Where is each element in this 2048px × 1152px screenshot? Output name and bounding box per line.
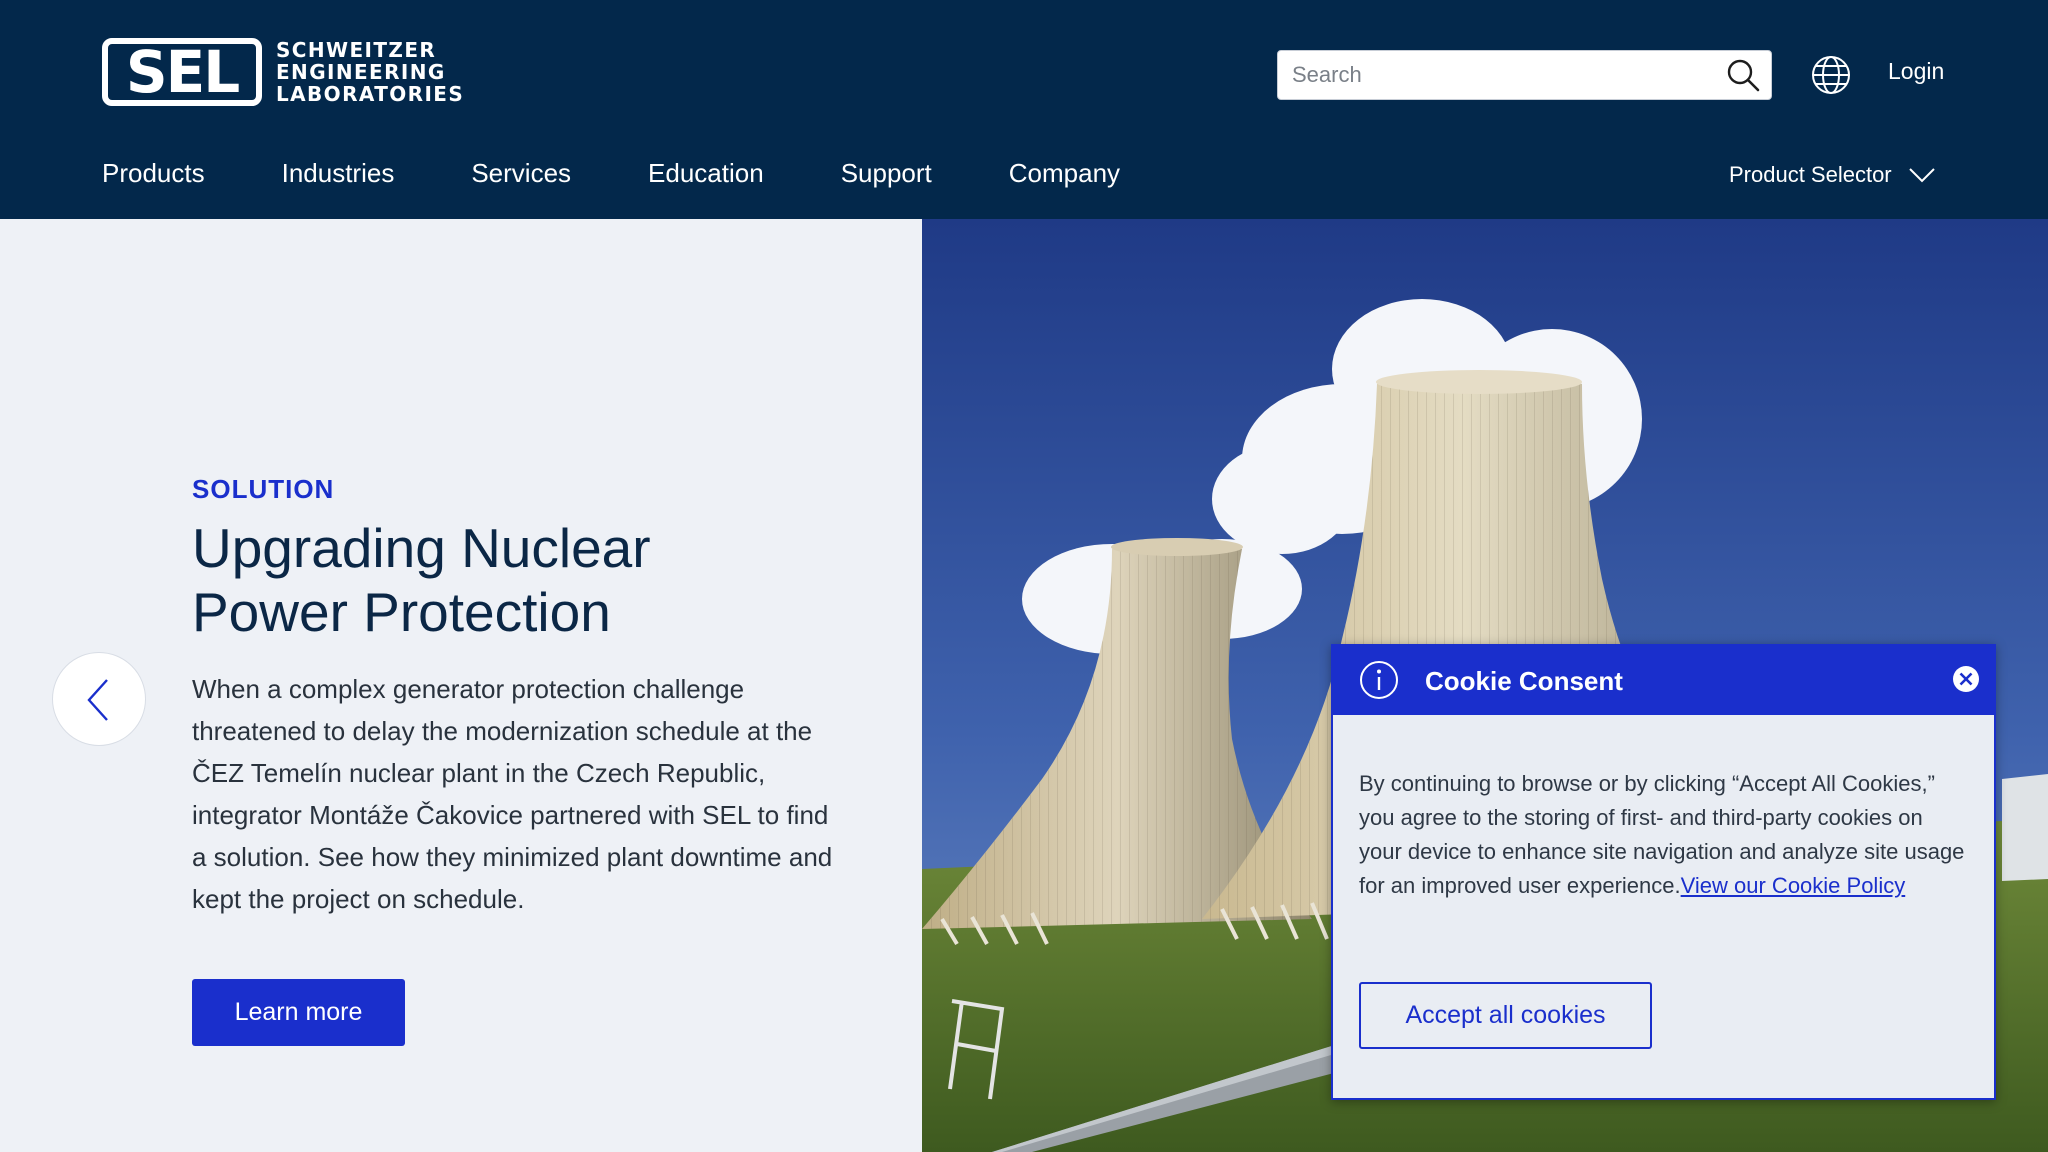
cookie-consent-title: Cookie Consent — [1425, 666, 1623, 696]
site-header: SEL SCHWEITZER ENGINEERING LABORATORIES … — [0, 0, 2048, 219]
cookie-policy-link[interactable]: View our Cookie Policy — [1681, 873, 1906, 898]
hero-eyebrow: SOLUTION — [192, 474, 335, 504]
hero-title-line-1: Upgrading Nuclear — [192, 517, 651, 579]
nav-item-products[interactable]: Products — [102, 158, 205, 189]
search-input[interactable] — [1278, 51, 1732, 99]
hero-description: When a complex generator protection chal… — [192, 674, 833, 914]
product-selector-label: Product Selector — [1729, 162, 1892, 187]
logo-line-2: ENGINEERING — [276, 60, 446, 84]
globe-icon[interactable] — [1810, 54, 1852, 96]
hero-title-line-2: Power Protection — [192, 581, 611, 643]
nav-item-company[interactable]: Company — [1009, 158, 1120, 189]
accept-all-cookies-button[interactable]: Accept all cookies — [1359, 982, 1652, 1049]
close-icon[interactable] — [1951, 664, 1981, 694]
login-link[interactable]: Login — [1888, 58, 1944, 85]
nav-item-support[interactable]: Support — [841, 158, 932, 189]
hero-title: Upgrading Nuclear Power Protection — [192, 516, 832, 644]
product-selector-button[interactable]: Product Selector — [1729, 162, 1936, 188]
sel-logo[interactable]: SEL SCHWEITZER ENGINEERING LABORATORIES — [102, 38, 464, 106]
logo-wordmark: SCHWEITZER ENGINEERING LABORATORIES — [276, 39, 464, 105]
nav-item-education[interactable]: Education — [648, 158, 764, 189]
info-icon — [1360, 661, 1398, 699]
logo-line-1: SCHWEITZER — [276, 38, 437, 62]
main-nav: Products Industries Services Education S… — [102, 158, 1197, 189]
learn-more-button[interactable]: Learn more — [192, 979, 405, 1046]
logo-mark: SEL — [102, 38, 262, 106]
chevron-left-icon — [87, 679, 108, 721]
search-icon[interactable] — [1725, 57, 1761, 93]
cookie-consent-text: By continuing to browse or by clicking “… — [1359, 767, 1971, 903]
logo-line-3: LABORATORIES — [276, 82, 465, 106]
carousel-prev-button[interactable] — [52, 652, 146, 746]
cookie-consent-dialog: Cookie Consent By continuing to browse o… — [1331, 644, 1996, 1100]
cookie-consent-header: Cookie Consent — [1333, 646, 1994, 715]
nav-item-services[interactable]: Services — [471, 158, 571, 189]
chevron-down-icon — [1908, 168, 1935, 183]
search-box — [1277, 50, 1772, 100]
nav-item-industries[interactable]: Industries — [282, 158, 395, 189]
